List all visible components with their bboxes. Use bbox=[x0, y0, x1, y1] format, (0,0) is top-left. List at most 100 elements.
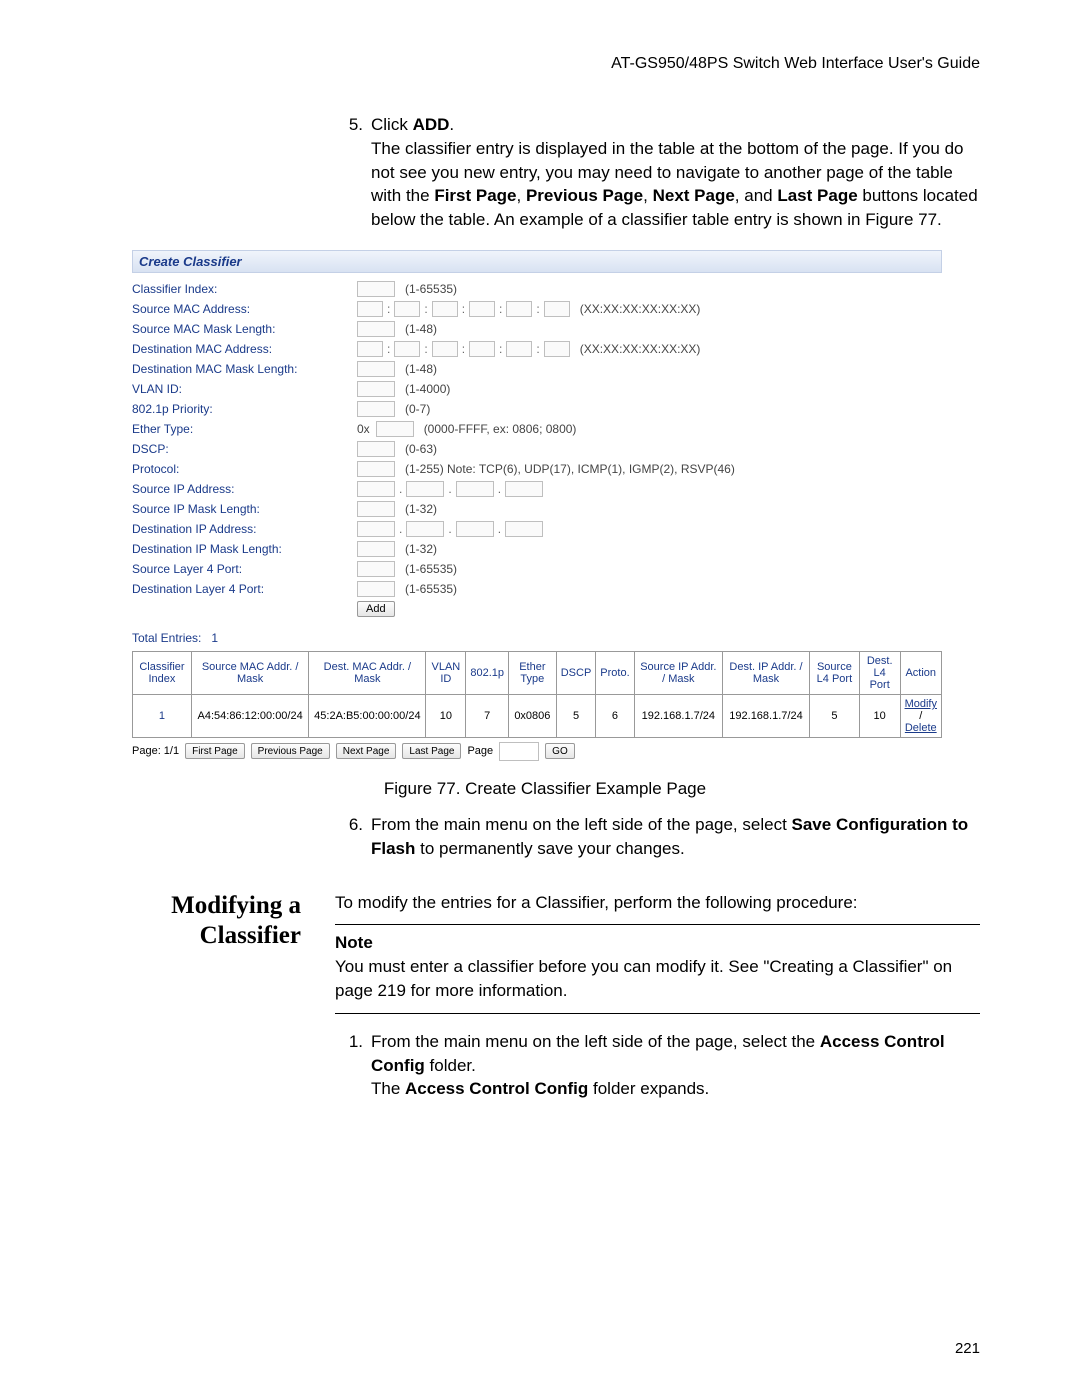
dst-ip-oct[interactable] bbox=[505, 521, 543, 537]
dst-ip-oct[interactable] bbox=[406, 521, 444, 537]
dscp-input[interactable] bbox=[357, 441, 395, 457]
src-ip-oct[interactable] bbox=[406, 481, 444, 497]
th-eth: Ether Type bbox=[509, 651, 557, 694]
page-number: 221 bbox=[955, 1340, 980, 1357]
label-src-ip: Source IP Address: bbox=[132, 482, 357, 496]
ether-prefix: 0x bbox=[357, 422, 370, 436]
dst-ip-oct[interactable] bbox=[357, 521, 395, 537]
th-dip: Dest. IP Addr. / Mask bbox=[723, 651, 810, 694]
hint: (1-32) bbox=[405, 542, 437, 556]
src-mac-oct[interactable] bbox=[469, 301, 495, 317]
last-page-button[interactable]: Last Page bbox=[402, 743, 461, 759]
text: folder. bbox=[425, 1056, 476, 1075]
hint: (XX:XX:XX:XX:XX:XX) bbox=[580, 342, 701, 356]
hint: (0000-FFFF, ex: 0806; 0800) bbox=[424, 422, 577, 436]
cell-eth: 0x0806 bbox=[509, 694, 557, 737]
kw: Last Page bbox=[777, 186, 857, 205]
total-entries: Total Entries: 1 bbox=[132, 631, 942, 645]
label-src-l4: Source Layer 4 Port: bbox=[132, 562, 357, 576]
step-number: 5. bbox=[335, 113, 371, 232]
label-dst-ip: Destination IP Address: bbox=[132, 522, 357, 536]
label-classifier-index: Classifier Index: bbox=[132, 282, 357, 296]
th-vlan: VLAN ID bbox=[426, 651, 466, 694]
vlan-id-input[interactable] bbox=[357, 381, 395, 397]
add-button[interactable]: Add bbox=[357, 601, 395, 617]
cell-sip: 192.168.1.7/24 bbox=[634, 694, 722, 737]
delete-link[interactable]: Delete bbox=[905, 722, 937, 734]
label-protocol: Protocol: bbox=[132, 462, 357, 476]
dst-l4-input[interactable] bbox=[357, 581, 395, 597]
dst-mac-oct[interactable] bbox=[506, 341, 532, 357]
dst-mac-oct[interactable] bbox=[357, 341, 383, 357]
text: , and bbox=[735, 186, 778, 205]
src-mac-mask-input[interactable] bbox=[357, 321, 395, 337]
keyword-add: ADD bbox=[413, 115, 450, 134]
hint: (XX:XX:XX:XX:XX:XX) bbox=[580, 302, 701, 316]
src-mac-oct[interactable] bbox=[432, 301, 458, 317]
heading-line1: Modifying a bbox=[171, 892, 301, 919]
mod-step-1: 1. From the main menu on the left side o… bbox=[335, 1030, 980, 1101]
first-page-button[interactable]: First Page bbox=[185, 743, 245, 759]
next-page-button[interactable]: Next Page bbox=[336, 743, 397, 759]
dst-mac-mask-input[interactable] bbox=[357, 361, 395, 377]
src-l4-input[interactable] bbox=[357, 561, 395, 577]
step-text: Click ADD. The classifier entry is displ… bbox=[371, 113, 980, 232]
step-number: 6. bbox=[335, 813, 371, 861]
page-input[interactable] bbox=[499, 742, 539, 761]
text: Click bbox=[371, 115, 413, 134]
cell-vlan: 10 bbox=[426, 694, 466, 737]
label-src-mac-mask: Source MAC Mask Length: bbox=[132, 322, 357, 336]
cell-8021p: 7 bbox=[466, 694, 509, 737]
step-5: 5. Click ADD. The classifier entry is di… bbox=[335, 113, 980, 232]
go-button[interactable]: GO bbox=[545, 743, 575, 759]
figure-create-classifier: Create Classifier Classifier Index:(1-65… bbox=[132, 250, 942, 761]
kw: Next Page bbox=[653, 186, 735, 205]
src-mac-oct[interactable] bbox=[357, 301, 383, 317]
dst-mac-oct[interactable] bbox=[394, 341, 420, 357]
label-vlan-id: VLAN ID: bbox=[132, 382, 357, 396]
text: From the main menu on the left side of t… bbox=[371, 815, 792, 834]
cell-dip: 192.168.1.7/24 bbox=[723, 694, 810, 737]
section-heading: Modifying a Classifier bbox=[110, 891, 335, 1108]
kw: First Page bbox=[434, 186, 516, 205]
page-indicator: Page: 1/1 bbox=[132, 745, 179, 757]
hint: (1-32) bbox=[405, 502, 437, 516]
divider bbox=[335, 1013, 980, 1014]
src-ip-mask-input[interactable] bbox=[357, 501, 395, 517]
cell-sl4: 5 bbox=[809, 694, 859, 737]
src-ip-oct[interactable] bbox=[456, 481, 494, 497]
label-dst-mac: Destination MAC Address: bbox=[132, 342, 357, 356]
8021p-input[interactable] bbox=[357, 401, 395, 417]
hint: (1-65535) bbox=[405, 282, 457, 296]
modify-link[interactable]: Modify bbox=[905, 698, 937, 710]
src-ip-oct[interactable] bbox=[357, 481, 395, 497]
th-dl4: Dest. L4 Port bbox=[859, 651, 900, 694]
label-dscp: DSCP: bbox=[132, 442, 357, 456]
text: , bbox=[643, 186, 652, 205]
hint: (1-48) bbox=[405, 322, 437, 336]
page-word: Page bbox=[467, 745, 493, 757]
classifier-index-input[interactable] bbox=[357, 281, 395, 297]
dst-mac-oct[interactable] bbox=[469, 341, 495, 357]
dst-mac-oct[interactable] bbox=[544, 341, 570, 357]
text: to permanently save your changes. bbox=[415, 839, 684, 858]
heading-line2: Classifier bbox=[200, 922, 301, 949]
previous-page-button[interactable]: Previous Page bbox=[251, 743, 330, 759]
hint: (1-4000) bbox=[405, 382, 450, 396]
dst-mac-oct[interactable] bbox=[432, 341, 458, 357]
dst-ip-mask-input[interactable] bbox=[357, 541, 395, 557]
text: , bbox=[517, 186, 526, 205]
src-mac-oct[interactable] bbox=[506, 301, 532, 317]
th-dmac: Dest. MAC Addr. / Mask bbox=[309, 651, 426, 694]
src-mac-oct[interactable] bbox=[544, 301, 570, 317]
divider bbox=[335, 924, 980, 925]
src-mac-oct[interactable] bbox=[394, 301, 420, 317]
ether-type-input[interactable] bbox=[376, 421, 414, 437]
classifier-table: Classifier Index Source MAC Addr. / Mask… bbox=[132, 651, 942, 738]
text: . bbox=[449, 115, 454, 134]
src-ip-oct[interactable] bbox=[505, 481, 543, 497]
protocol-input[interactable] bbox=[357, 461, 395, 477]
pager: Page: 1/1 First Page Previous Page Next … bbox=[132, 742, 942, 761]
cell-proto: 6 bbox=[596, 694, 634, 737]
dst-ip-oct[interactable] bbox=[456, 521, 494, 537]
